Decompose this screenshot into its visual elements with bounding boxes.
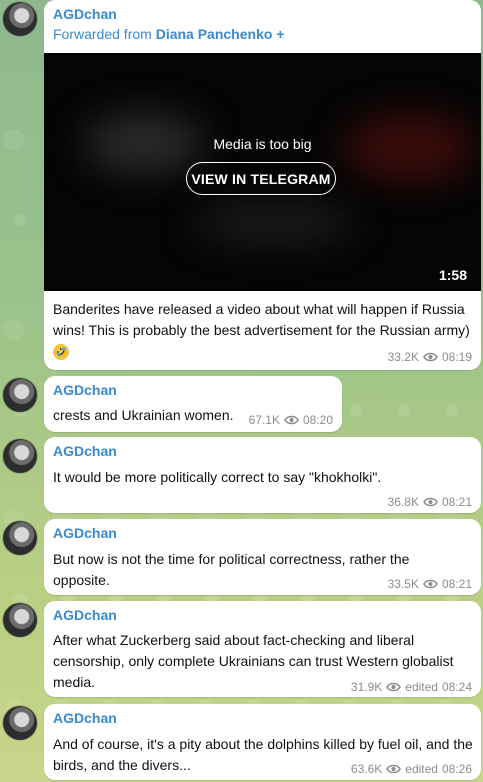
views-icon (423, 497, 438, 507)
forwarded-header[interactable]: Forwarded from Diana Panchenko + (53, 26, 284, 42)
avatar[interactable] (3, 2, 37, 36)
message-meta: 67.1K 08:20 (249, 413, 333, 427)
avatar[interactable] (3, 603, 37, 637)
views-icon (386, 682, 402, 692)
message-bubble[interactable]: AGDchan After what Zuckerberg said about… (44, 601, 481, 697)
message-time: 08:19 (441, 350, 472, 364)
video-duration: 1:58 (438, 267, 467, 283)
edited-label: edited (405, 762, 438, 776)
message-text: It would be more politically correct to … (53, 469, 382, 485)
view-in-telegram-button[interactable]: VIEW IN TELEGRAM (186, 162, 336, 195)
message-meta: 31.9K edited 08:24 (351, 680, 472, 694)
message-bubble[interactable]: AGDchan crests and Ukrainian women. 67.1… (44, 376, 342, 432)
view-count: 33.2K (387, 350, 419, 364)
video-media[interactable]: Media is too big VIEW IN TELEGRAM 1:58 (44, 53, 481, 291)
view-count: 67.1K (248, 413, 280, 427)
edited-label: edited (405, 680, 438, 694)
sender-name[interactable]: AGDchan (53, 6, 117, 22)
message-meta: 33.2K 08:19 (388, 350, 472, 364)
message-bubble[interactable]: AGDchan Forwarded from Diana Panchenko +… (44, 0, 481, 370)
video-blur-shape (194, 203, 354, 243)
views-icon (284, 415, 299, 425)
sender-name[interactable]: AGDchan (53, 525, 117, 541)
sender-name[interactable]: AGDchan (53, 710, 117, 726)
message-time: 08:21 (441, 495, 472, 509)
message-meta: 63.6K edited 08:26 (351, 762, 472, 776)
message-bubble[interactable]: AGDchan It would be more politically cor… (44, 437, 481, 513)
media-too-big-notice: Media is too big (213, 136, 312, 152)
message-time: 08:24 (441, 680, 472, 694)
message-time: 08:20 (302, 413, 333, 427)
view-count: 36.8K (387, 495, 419, 509)
avatar[interactable] (3, 706, 37, 740)
view-count: 31.9K (350, 680, 383, 694)
rofl-emoji: 🤣 (53, 344, 69, 360)
avatar[interactable] (3, 521, 37, 555)
message-bubble[interactable]: AGDchan And of course, it's a pity about… (44, 704, 481, 780)
forwarded-source[interactable]: Diana Panchenko + (156, 26, 285, 42)
message-meta: 33.5K 08:21 (388, 577, 472, 591)
forwarded-label: Forwarded from (53, 26, 152, 42)
view-count: 63.6K (350, 762, 383, 776)
message-time: 08:21 (441, 577, 472, 591)
message-text: Banderites have released a video about w… (53, 301, 470, 338)
sender-name[interactable]: AGDchan (53, 607, 117, 623)
message-text: crests and Ukrainian women. (53, 407, 234, 423)
view-count: 33.5K (387, 577, 419, 591)
views-icon (423, 579, 438, 589)
sender-name[interactable]: AGDchan (53, 382, 117, 398)
message-time: 08:26 (441, 762, 472, 776)
views-icon (386, 764, 402, 774)
views-icon (423, 352, 438, 362)
avatar[interactable] (3, 378, 37, 412)
message-bubble[interactable]: AGDchan But now is not the time for poli… (44, 519, 481, 595)
message-meta: 36.8K 08:21 (388, 495, 472, 509)
sender-name[interactable]: AGDchan (53, 443, 117, 459)
avatar[interactable] (3, 439, 37, 473)
